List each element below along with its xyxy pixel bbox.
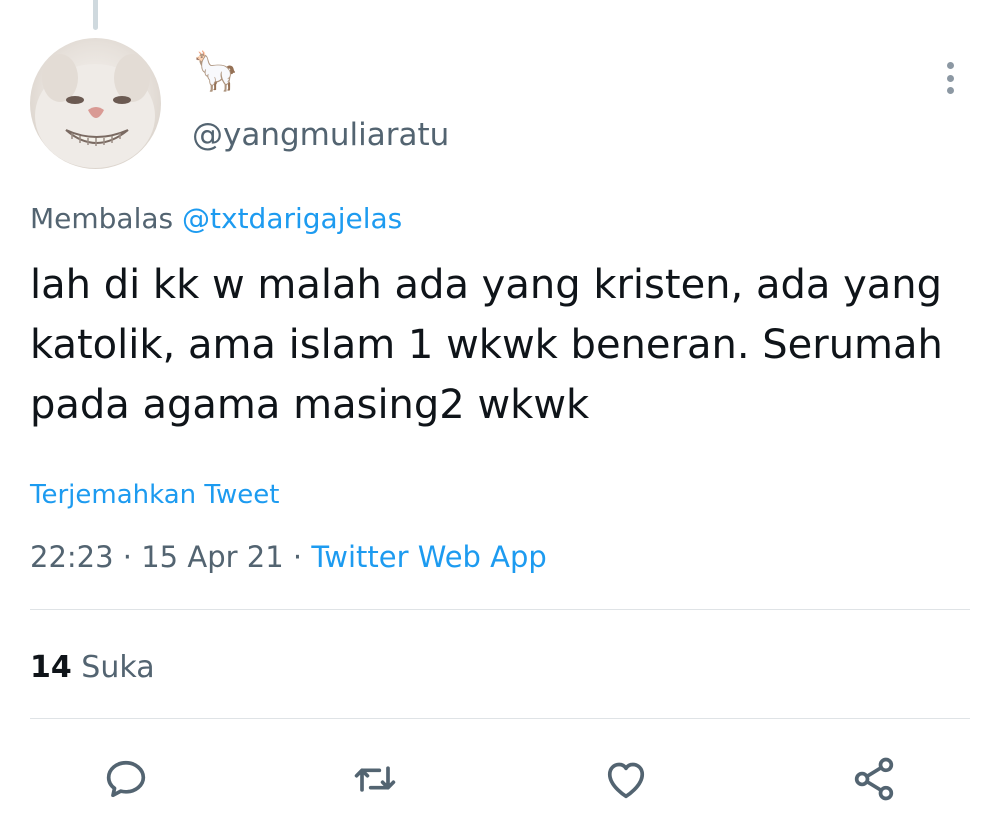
reply-prefix: Membalas (30, 202, 174, 235)
tweet-date[interactable]: 15 Apr 21 (141, 540, 283, 574)
reply-button[interactable] (96, 749, 156, 809)
user-handle[interactable]: @yangmuliaratu (192, 117, 449, 153)
divider (30, 609, 970, 610)
reply-context: Membalas @txtdarigajelas (30, 202, 402, 235)
reply-mention-link[interactable]: @txtdarigajelas (182, 202, 402, 235)
likes-label: Suka (81, 650, 155, 685)
avatar-cat-image (35, 54, 155, 168)
more-options-icon[interactable] (935, 58, 965, 98)
tweet-time[interactable]: 22:23 (30, 540, 114, 574)
likes-stat[interactable]: 14 Suka (30, 650, 155, 685)
divider (30, 718, 970, 719)
more-dot (946, 62, 954, 69)
reply-icon (106, 760, 146, 798)
meta-separator: · (122, 540, 133, 574)
heart-icon (607, 762, 645, 799)
more-dot (946, 87, 954, 94)
share-button[interactable] (844, 749, 904, 809)
display-name[interactable]: 🦙 (192, 52, 239, 90)
tweet-metadata: 22:23 · 15 Apr 21 · Twitter Web App (30, 540, 547, 574)
tweet-text: lah di kk w malah ada yang kristen, ada … (30, 262, 943, 428)
retweet-button[interactable] (345, 749, 405, 809)
share-icon (854, 757, 894, 801)
translate-tweet-link[interactable]: Terjemahkan Tweet (30, 480, 279, 510)
action-bar (0, 745, 1000, 815)
thread-connector-line (93, 0, 98, 30)
like-button[interactable] (596, 749, 656, 809)
meta-separator: · (292, 540, 303, 574)
likes-count: 14 (30, 650, 72, 685)
avatar[interactable] (30, 38, 161, 169)
tweet-source-link[interactable]: Twitter Web App (311, 540, 547, 574)
more-dot (946, 74, 954, 82)
retweet-icon (354, 766, 396, 792)
